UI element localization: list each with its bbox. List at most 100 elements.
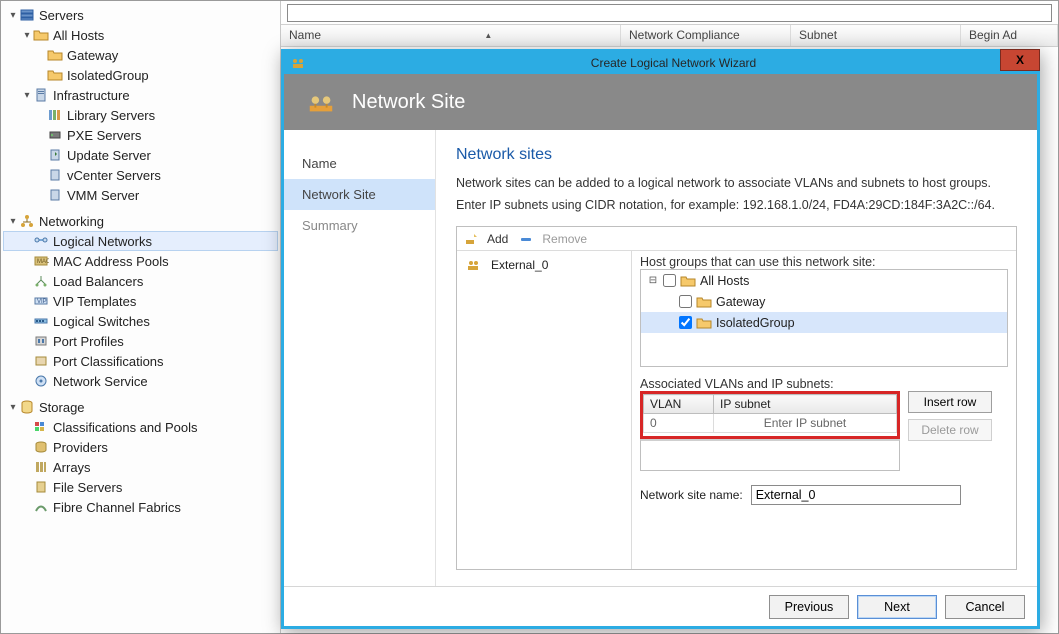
- tree-node-allhosts[interactable]: ▾ All Hosts: [3, 25, 278, 45]
- remove-button[interactable]: Remove: [518, 231, 587, 247]
- cell-vlan[interactable]: 0: [644, 414, 714, 433]
- tree-node-netsvc[interactable]: Network Service: [3, 371, 278, 391]
- cancel-button[interactable]: Cancel: [945, 595, 1025, 619]
- vip-icon: VIP: [33, 293, 49, 309]
- collapse-icon[interactable]: ▾: [7, 402, 19, 413]
- tree-label: File Servers: [53, 480, 122, 495]
- add-button[interactable]: Add: [463, 231, 508, 247]
- collapse-icon[interactable]: ▾: [7, 10, 19, 21]
- tree-label: All Hosts: [53, 28, 104, 43]
- hostgroups-label: Host groups that can use this network si…: [640, 255, 1008, 269]
- tree-node-portprof[interactable]: Port Profiles: [3, 331, 278, 351]
- add-label: Add: [487, 232, 508, 246]
- tree-node-fileservers[interactable]: File Servers: [3, 477, 278, 497]
- tree-node-arrays[interactable]: Arrays: [3, 457, 278, 477]
- folder-icon: [33, 27, 49, 43]
- tree-node-fibre[interactable]: Fibre Channel Fabrics: [3, 497, 278, 517]
- wizard-step-name[interactable]: Name: [284, 148, 435, 179]
- list-item[interactable]: External_0: [461, 255, 627, 275]
- column-begin-ad[interactable]: Begin Ad: [961, 25, 1058, 46]
- tree-label: Load Balancers: [53, 274, 143, 289]
- cell-ipsubnet[interactable]: Enter IP subnet: [714, 414, 897, 433]
- hostgroup-checkbox[interactable]: [679, 316, 692, 329]
- folder-icon: [696, 294, 712, 310]
- tree-label: Port Profiles: [53, 334, 124, 349]
- tree-label: Network Service: [53, 374, 148, 389]
- column-name[interactable]: Name ▲: [281, 25, 621, 46]
- tree-label: Servers: [39, 8, 84, 23]
- tree-label: Gateway: [67, 48, 118, 63]
- tree-node-providers[interactable]: Providers: [3, 437, 278, 457]
- vlans-label: Associated VLANs and IP subnets:: [640, 377, 1008, 391]
- tree-node-isolatedgroup[interactable]: IsolatedGroup: [3, 65, 278, 85]
- tree-label: vCenter Servers: [67, 168, 161, 183]
- hostgroup-checkbox[interactable]: [663, 274, 676, 287]
- network-site-name-input[interactable]: [751, 485, 961, 505]
- remove-icon: [518, 231, 534, 247]
- column-ipsubnet[interactable]: IP subnet: [714, 395, 897, 414]
- tree-node-networking[interactable]: ▾ Networking: [3, 211, 278, 231]
- wizard-header: Network Site: [284, 74, 1037, 130]
- tree-node-portclass[interactable]: Port Classifications: [3, 351, 278, 371]
- hostgroup-checkbox[interactable]: [679, 295, 692, 308]
- tree-node-vmm[interactable]: VMM Server: [3, 185, 278, 205]
- tree-node-servers[interactable]: ▾ Servers: [3, 5, 278, 25]
- tree-node-gateway[interactable]: Gateway: [3, 45, 278, 65]
- logicalswitch-icon: [33, 313, 49, 329]
- wizard-step-network-site[interactable]: Network Site: [284, 179, 435, 210]
- tree-node-pxe[interactable]: PXE Servers: [3, 125, 278, 145]
- tree-node-storage[interactable]: ▾ Storage: [3, 397, 278, 417]
- tree-label: Networking: [39, 214, 104, 229]
- collapse-icon[interactable]: ▾: [21, 90, 33, 101]
- sort-asc-icon: ▲: [484, 31, 492, 40]
- insert-row-button[interactable]: Insert row: [908, 391, 992, 413]
- tree-node-update[interactable]: Update Server: [3, 145, 278, 165]
- delete-row-button[interactable]: Delete row: [908, 419, 992, 441]
- collapse-icon[interactable]: ⊟: [647, 275, 659, 286]
- wizard-footer: Previous Next Cancel: [284, 586, 1037, 626]
- hostgroup-gateway[interactable]: Gateway: [641, 291, 1007, 312]
- tree-node-vcenter[interactable]: vCenter Servers: [3, 165, 278, 185]
- tree-label: Providers: [53, 440, 108, 455]
- column-label: Name: [289, 28, 321, 42]
- tree-node-vip[interactable]: VIP VIP Templates: [3, 291, 278, 311]
- networking-icon: [19, 213, 35, 229]
- logical-networks-icon: [33, 233, 49, 249]
- tree-node-loadbal[interactable]: Load Balancers: [3, 271, 278, 291]
- section-title: Network sites: [456, 146, 1017, 164]
- portprofile-icon: [33, 333, 49, 349]
- tree-node-library[interactable]: Library Servers: [3, 105, 278, 125]
- next-button[interactable]: Next: [857, 595, 937, 619]
- folder-icon: [47, 47, 63, 63]
- add-icon: [463, 231, 479, 247]
- tree-node-macpools[interactable]: MAC MAC Address Pools: [3, 251, 278, 271]
- server-group-icon: [19, 7, 35, 23]
- wizard-content: Network sites Network sites can be added…: [436, 130, 1037, 586]
- tree-node-logical-networks[interactable]: Logical Networks: [3, 231, 278, 251]
- tree-node-classpools[interactable]: Classifications and Pools: [3, 417, 278, 437]
- network-sites-list: External_0: [457, 251, 632, 569]
- column-vlan[interactable]: VLAN: [644, 395, 714, 414]
- tree-node-infrastructure[interactable]: ▾ Infrastructure: [3, 85, 278, 105]
- network-site-properties: Host groups that can use this network si…: [632, 251, 1016, 569]
- previous-button[interactable]: Previous: [769, 595, 849, 619]
- tree-node-logicalsw[interactable]: Logical Switches: [3, 311, 278, 331]
- search-input[interactable]: [287, 4, 1052, 22]
- collapse-icon[interactable]: ▾: [7, 216, 19, 227]
- tree-label: PXE Servers: [67, 128, 141, 143]
- column-label: Begin Ad: [969, 28, 1017, 42]
- wizard-step-summary[interactable]: Summary: [284, 210, 435, 241]
- tree-label: VIP Templates: [53, 294, 136, 309]
- wizard-titlebar[interactable]: Create Logical Network Wizard X: [284, 52, 1037, 74]
- hostgroup-allhosts[interactable]: ⊟ All Hosts: [641, 270, 1007, 291]
- close-button[interactable]: X: [1000, 49, 1040, 71]
- server-icon: [33, 87, 49, 103]
- network-site-name-label: Network site name:: [640, 488, 743, 502]
- column-network-compliance[interactable]: Network Compliance: [621, 25, 791, 46]
- collapse-icon[interactable]: ▾: [21, 30, 33, 41]
- table-row[interactable]: 0 Enter IP subnet: [644, 414, 897, 433]
- column-subnet[interactable]: Subnet: [791, 25, 961, 46]
- hostgroup-isolatedgroup[interactable]: IsolatedGroup: [641, 312, 1007, 333]
- close-icon: X: [1016, 53, 1024, 67]
- vlans-table-extra: [640, 439, 900, 471]
